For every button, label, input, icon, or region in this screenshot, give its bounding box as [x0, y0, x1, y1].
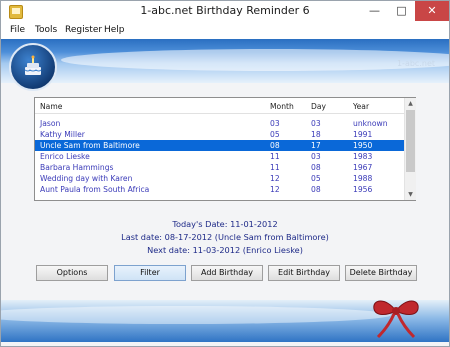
close-button[interactable]: ✕ — [415, 1, 449, 21]
row-month: 11 — [270, 152, 280, 161]
row-name: Uncle Sam from Baltimore — [40, 141, 140, 150]
row-name: Wedding day with Karen — [40, 174, 133, 183]
row-name: Enrico Lieske — [40, 152, 90, 161]
row-day: 03 — [311, 152, 321, 161]
row-month: 12 — [270, 185, 280, 194]
footer-wave — [1, 306, 391, 324]
row-day: 08 — [311, 163, 321, 172]
row-day: 03 — [311, 119, 321, 128]
column-header-day[interactable]: Day — [311, 102, 326, 111]
row-year: 1956 — [353, 185, 373, 194]
row-year: 1983 — [353, 152, 373, 161]
row-month: 12 — [270, 174, 280, 183]
column-header-year[interactable]: Year — [353, 102, 369, 111]
row-year: 1950 — [353, 141, 373, 150]
scroll-thumb[interactable] — [406, 110, 415, 172]
minimize-button[interactable]: — — [361, 1, 388, 21]
delete-birthday-button[interactable]: Delete Birthday — [345, 265, 417, 281]
row-day: 08 — [311, 185, 321, 194]
birthday-list[interactable]: Name Month Day Year Jason 03 03 unknown … — [34, 97, 416, 201]
row-year: unknown — [353, 119, 388, 128]
menu-help[interactable]: Help — [104, 25, 125, 35]
brand-logo: 1-abc.net — [396, 59, 435, 68]
row-month: 08 — [270, 141, 280, 150]
row-name: Jason — [40, 119, 61, 128]
scroll-down-icon[interactable]: ▼ — [406, 190, 415, 199]
list-item-selected[interactable]: Uncle Sam from Baltimore 08 17 1950 — [35, 140, 404, 151]
menu-tools[interactable]: Tools — [35, 25, 57, 35]
list-item[interactable]: Kathy Miller 05 18 1991 — [35, 129, 404, 140]
cake-icon — [9, 43, 57, 91]
scroll-up-icon[interactable]: ▲ — [406, 99, 415, 108]
edit-birthday-button[interactable]: Edit Birthday — [268, 265, 340, 281]
list-item[interactable]: Enrico Lieske 11 03 1983 — [35, 151, 404, 162]
list-item[interactable]: Jason 03 03 unknown — [35, 118, 404, 129]
list-item[interactable]: Barbara Hammings 11 08 1967 — [35, 162, 404, 173]
next-date: Next date: 11-03-2012 (Enrico Lieske) — [147, 245, 303, 255]
last-date: Last date: 08-17-2012 (Uncle Sam from Ba… — [121, 232, 329, 242]
header-banner: 1-abc.net — [1, 39, 449, 83]
list-scrollbar[interactable]: ▲ ▼ — [404, 98, 416, 200]
row-year: 1967 — [353, 163, 373, 172]
row-year: 1991 — [353, 130, 373, 139]
maximize-button[interactable]: □ — [388, 1, 415, 21]
column-header-month[interactable]: Month — [270, 102, 294, 111]
list-item[interactable]: Wedding day with Karen 12 05 1988 — [35, 173, 404, 184]
row-name: Kathy Miller — [40, 130, 85, 139]
row-name: Aunt Paula from South Africa — [40, 185, 150, 194]
row-month: 11 — [270, 163, 280, 172]
row-name: Barbara Hammings — [40, 163, 114, 172]
banner-wave — [61, 49, 449, 71]
options-button[interactable]: Options — [36, 265, 108, 281]
row-year: 1988 — [353, 174, 373, 183]
menu-register[interactable]: Register — [65, 25, 102, 35]
todays-date: Today's Date: 11-01-2012 — [172, 219, 278, 229]
row-day: 18 — [311, 130, 321, 139]
add-birthday-button[interactable]: Add Birthday — [191, 265, 263, 281]
title-bar: 1-abc.net Birthday Reminder 6 — □ ✕ — [1, 1, 449, 23]
column-header-name[interactable]: Name — [40, 102, 62, 111]
menu-bar: File Tools Register Help — [1, 23, 449, 39]
row-month: 05 — [270, 130, 280, 139]
filter-button[interactable]: Filter — [114, 265, 186, 281]
row-month: 03 — [270, 119, 280, 128]
menu-file[interactable]: File — [10, 25, 25, 35]
row-day: 17 — [311, 141, 321, 150]
row-day: 05 — [311, 174, 321, 183]
list-header: Name Month Day Year — [35, 98, 404, 114]
list-item[interactable]: Aunt Paula from South Africa 12 08 1956 — [35, 184, 404, 195]
ribbon-bow-icon — [373, 300, 419, 339]
